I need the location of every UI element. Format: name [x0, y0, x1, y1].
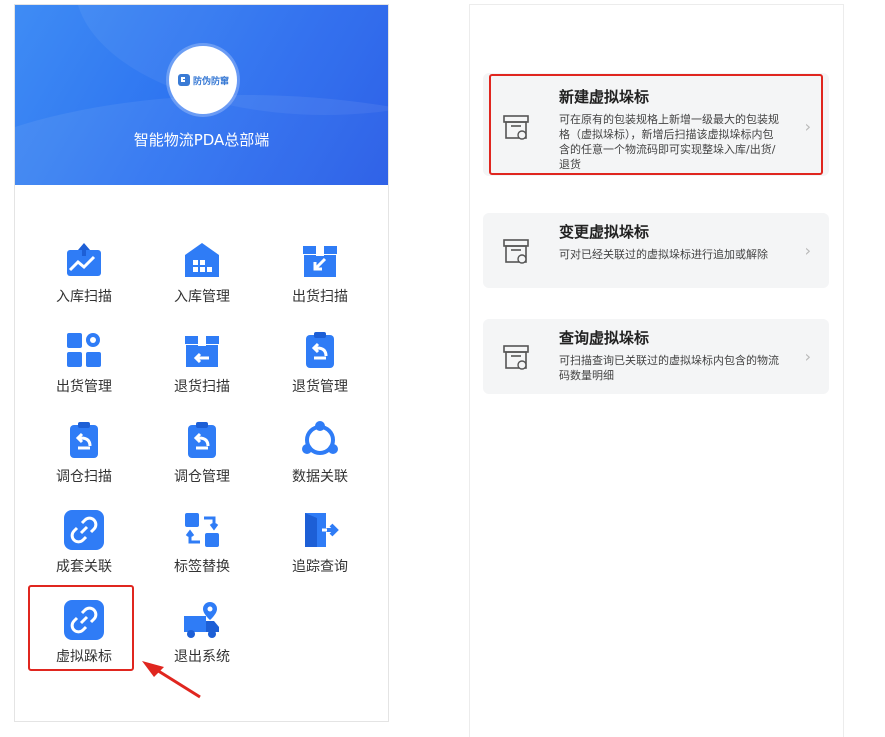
menu-item-return-scan[interactable]: 退货扫描	[147, 330, 257, 410]
menu-item-label: 调仓扫描	[56, 469, 112, 485]
card-title: 变更虚拟垛标	[559, 223, 650, 241]
menu-item-label: 入库管理	[174, 289, 230, 305]
swap-icon	[185, 513, 219, 547]
menu-item-label: 成套关联	[56, 559, 112, 575]
annotation-arrow-icon	[142, 661, 201, 699]
logo-emblem-icon	[177, 74, 190, 86]
menu-item-label: 数据关联	[292, 469, 348, 485]
clipboard-return-icon	[70, 422, 98, 458]
menu-item-transfer-manage[interactable]: 调仓管理	[147, 420, 257, 500]
card-description: 可扫描查询已关联过的虚拟垛标内包含的物流码数量明细	[559, 354, 779, 382]
card-title: 查询虚拟垛标	[559, 329, 650, 347]
outbound-box-icon	[303, 246, 337, 277]
card-change-virtual-pallet[interactable]: 变更虚拟垛标 可对已经关联过的虚拟垛标进行追加或解除 ›	[483, 213, 829, 288]
apps-grid-icon	[67, 333, 101, 367]
pallet-box-icon	[503, 239, 529, 264]
card-query-virtual-pallet[interactable]: 查询虚拟垛标 可扫描查询已关联过的虚拟垛标内包含的物流码数量明细 ›	[483, 319, 829, 394]
chevron-right-icon: ›	[804, 347, 811, 366]
menu-item-tracking-query[interactable]: 追踪查询	[265, 510, 375, 590]
menu-item-label: 追踪查询	[292, 559, 348, 575]
chevron-right-icon: ›	[804, 241, 811, 260]
menu-item-return-manage[interactable]: 退货管理	[265, 330, 375, 410]
exit-door-icon	[305, 513, 339, 547]
warehouse-icon	[185, 243, 219, 277]
menu-item-outbound-manage[interactable]: 出货管理	[29, 330, 139, 410]
link-icon	[64, 510, 104, 550]
annotation-highlight-box	[28, 585, 134, 671]
network-icon	[302, 421, 338, 455]
menu-item-outbound-scan[interactable]: 出货扫描	[265, 240, 375, 320]
menu-item-set-link[interactable]: 成套关联	[29, 510, 139, 590]
menu-item-label: 入库扫描	[56, 289, 112, 305]
menu-item-transfer-scan[interactable]: 调仓扫描	[29, 420, 139, 500]
menu-item-label: 标签替换	[174, 559, 230, 575]
app-title: 智能物流PDA总部端	[133, 131, 270, 149]
app-logo: 防伪防窜	[169, 46, 237, 114]
inbound-scan-icon	[67, 243, 101, 276]
menu-item-label: 退货扫描	[174, 379, 230, 395]
delivery-truck-icon	[184, 602, 219, 638]
menu-item-inbound-scan[interactable]: 入库扫描	[29, 240, 139, 320]
menu-item-label: 出货管理	[56, 379, 112, 395]
clipboard-return-icon	[188, 422, 216, 458]
card-description: 可对已经关联过的虚拟垛标进行追加或解除	[559, 248, 768, 261]
menu-item-data-link[interactable]: 数据关联	[265, 420, 375, 500]
menu-item-label: 出货扫描	[292, 289, 348, 305]
menu-item-inbound-manage[interactable]: 入库管理	[147, 240, 257, 320]
menu-item-label-swap[interactable]: 标签替换	[147, 510, 257, 590]
annotation-highlight-box	[489, 74, 823, 175]
return-box-icon	[185, 336, 219, 367]
clipboard-return-icon	[306, 332, 334, 368]
app-header: 防伪防窜 智能物流PDA总部端	[15, 5, 388, 185]
logo-mark: 防伪防窜	[177, 73, 229, 87]
menu-item-label: 调仓管理	[174, 469, 230, 485]
logo-text: 防伪防窜	[192, 76, 229, 87]
menu-item-label: 退货管理	[292, 379, 348, 395]
pallet-box-icon	[503, 345, 529, 370]
